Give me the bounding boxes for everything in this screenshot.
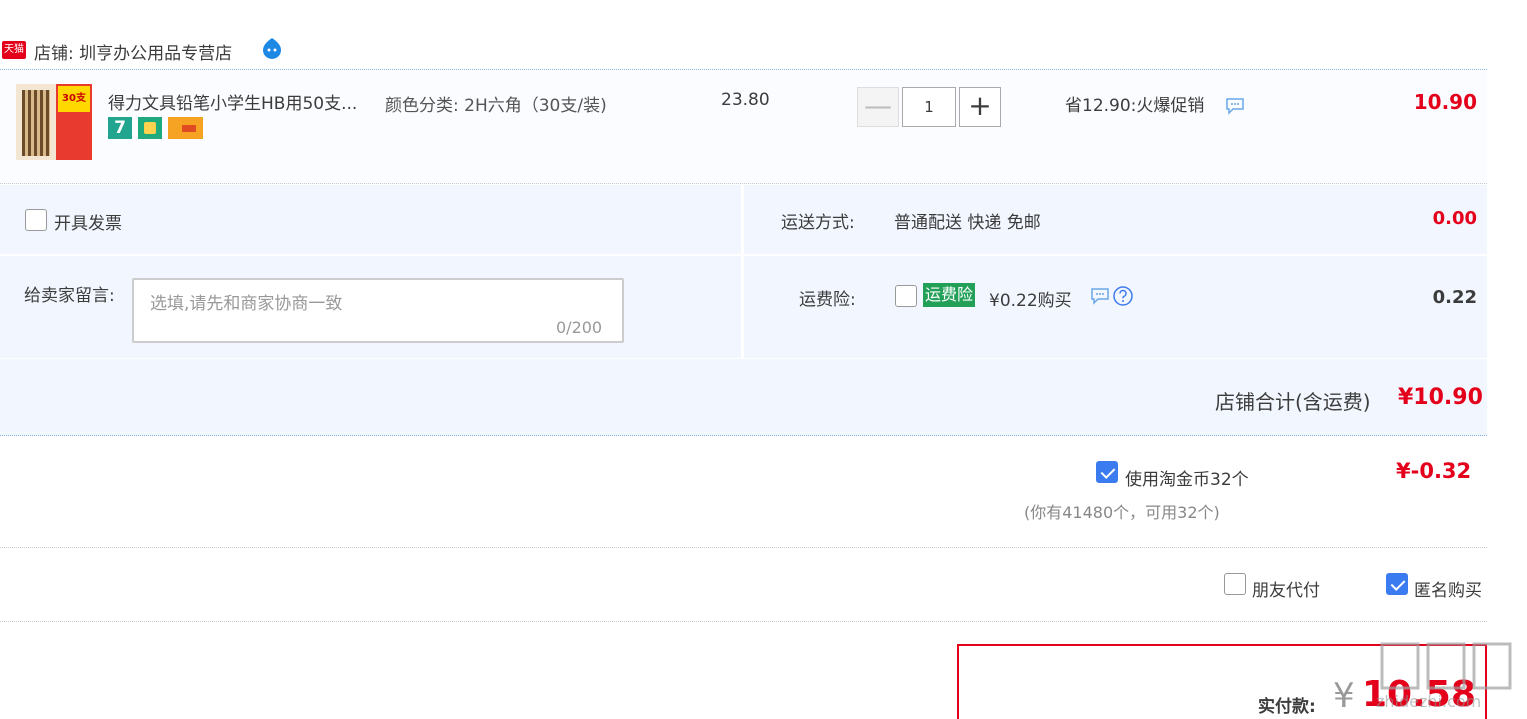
promo-text: 省12.90:火爆促销 — [1065, 96, 1205, 116]
shipping-fee: 0.00 — [1432, 208, 1477, 229]
help-question-icon[interactable] — [1112, 285, 1134, 307]
message-char-count: 0/200 — [556, 318, 603, 337]
coins-label: 使用淘金币32个 — [1125, 470, 1249, 490]
insurance-price: ¥0.22购买 — [989, 291, 1072, 311]
promo-chat-icon[interactable] — [1225, 97, 1245, 115]
sku-spec: 颜色分类: 2H六角（30支/装) — [385, 96, 607, 116]
insurance-badge: 运费险 — [923, 283, 976, 307]
invoice-label: 开具发票 — [54, 214, 122, 234]
quantity-decrease-button[interactable]: — — [857, 87, 899, 127]
shopping-bag-service-icon — [138, 117, 162, 139]
divider — [0, 621, 1487, 622]
anonymous-checkbox[interactable] — [1386, 573, 1408, 595]
item-subtotal: 10.90 — [1413, 90, 1477, 114]
shipping-label: 运送方式: — [781, 213, 855, 233]
payment-currency: ¥ — [1333, 676, 1355, 716]
divider — [0, 547, 1487, 548]
friend-pay-label: 朋友代付 — [1252, 581, 1320, 601]
shipping-panel — [744, 185, 1487, 255]
credit-card-icon — [168, 117, 203, 139]
thumb-tag: 30支 — [58, 86, 90, 112]
watermark-logo-icon — [1380, 642, 1512, 690]
shop-total-value: ¥10.90 — [1398, 385, 1483, 410]
quantity-input[interactable]: 1 — [902, 87, 956, 127]
anonymous-label: 匿名购买 — [1414, 581, 1482, 601]
message-placeholder: 选填,请先和商家协商一致 — [150, 294, 343, 314]
invoice-checkbox[interactable] — [25, 209, 47, 231]
order-item-row — [0, 71, 1487, 184]
shop-name-link[interactable]: 店铺: 圳亨办公用品专营店 — [34, 39, 232, 64]
insurance-fee: 0.22 — [1432, 287, 1477, 308]
seven-day-return-icon: 7 — [108, 117, 132, 139]
insurance-checkbox[interactable] — [895, 285, 917, 307]
product-title-link[interactable]: 得力文具铅笔小学生HB用50支... — [108, 89, 357, 114]
coins-checkbox[interactable] — [1096, 461, 1118, 483]
coins-note: (你有41480个，可用32个) — [1024, 503, 1220, 522]
shop-header: 天猫 店铺: 圳亨办公用品专营店 — [0, 30, 1487, 70]
insurance-chat-icon[interactable] — [1090, 287, 1110, 305]
shipping-method[interactable]: 普通配送 快递 免邮 — [894, 208, 1041, 233]
watermark: zhidezhi.com — [1376, 636, 1516, 716]
insurance-label: 运费险: — [799, 290, 856, 310]
product-thumbnail[interactable]: 30支 — [16, 84, 92, 160]
watermark-text: zhidezhi.com — [1376, 692, 1482, 711]
unit-price: 23.80 — [721, 90, 770, 110]
tmall-badge: 天猫 — [2, 41, 26, 59]
shop-total-label: 店铺合计(含运费) — [1215, 390, 1371, 414]
wangwang-chat-icon[interactable] — [260, 36, 284, 60]
coins-discount: ¥-0.32 — [1396, 459, 1472, 483]
payment-label: 实付款: — [1258, 697, 1316, 717]
friend-pay-checkbox[interactable] — [1224, 573, 1246, 595]
message-label: 给卖家留言: — [24, 286, 115, 306]
quantity-increase-button[interactable]: + — [959, 87, 1001, 127]
